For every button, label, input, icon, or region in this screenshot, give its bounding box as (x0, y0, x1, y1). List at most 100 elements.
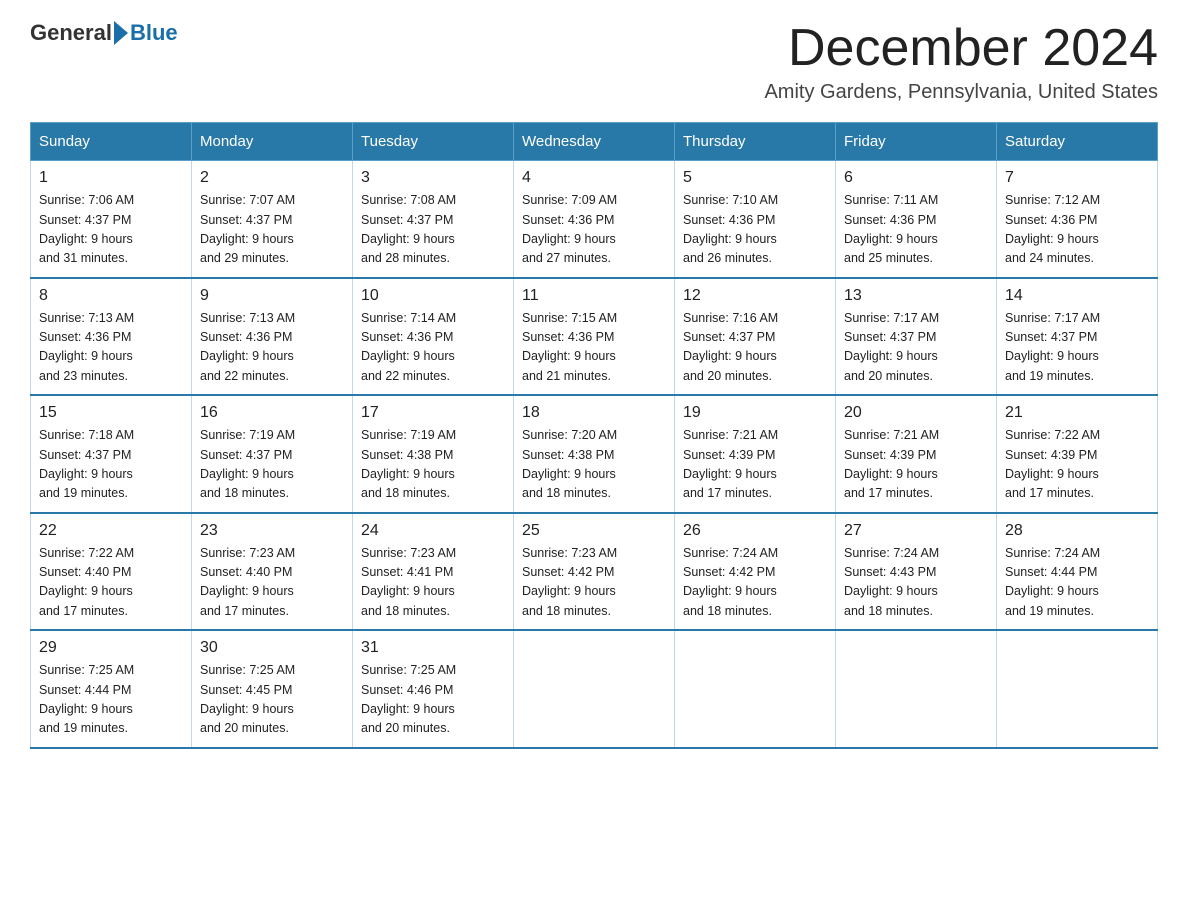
day-number: 11 (522, 287, 666, 305)
day-info: Sunrise: 7:12 AM Sunset: 4:36 PM Dayligh… (1005, 191, 1149, 269)
location-title: Amity Gardens, Pennsylvania, United Stat… (764, 81, 1158, 104)
week-row-3: 15 Sunrise: 7:18 AM Sunset: 4:37 PM Dayl… (31, 395, 1158, 513)
day-info: Sunrise: 7:25 AM Sunset: 4:46 PM Dayligh… (361, 661, 505, 739)
calendar-cell: 20 Sunrise: 7:21 AM Sunset: 4:39 PM Dayl… (836, 395, 997, 513)
calendar-cell: 18 Sunrise: 7:20 AM Sunset: 4:38 PM Dayl… (514, 395, 675, 513)
day-number: 26 (683, 522, 827, 540)
day-info: Sunrise: 7:13 AM Sunset: 4:36 PM Dayligh… (39, 309, 183, 387)
day-number: 21 (1005, 404, 1149, 422)
day-number: 24 (361, 522, 505, 540)
day-number: 17 (361, 404, 505, 422)
header-tuesday: Tuesday (353, 123, 514, 161)
day-info: Sunrise: 7:19 AM Sunset: 4:38 PM Dayligh… (361, 426, 505, 504)
calendar-cell: 9 Sunrise: 7:13 AM Sunset: 4:36 PM Dayli… (192, 278, 353, 396)
calendar-cell: 6 Sunrise: 7:11 AM Sunset: 4:36 PM Dayli… (836, 161, 997, 278)
week-row-1: 1 Sunrise: 7:06 AM Sunset: 4:37 PM Dayli… (31, 161, 1158, 278)
day-info: Sunrise: 7:16 AM Sunset: 4:37 PM Dayligh… (683, 309, 827, 387)
calendar-cell: 16 Sunrise: 7:19 AM Sunset: 4:37 PM Dayl… (192, 395, 353, 513)
week-row-4: 22 Sunrise: 7:22 AM Sunset: 4:40 PM Dayl… (31, 513, 1158, 631)
week-row-5: 29 Sunrise: 7:25 AM Sunset: 4:44 PM Dayl… (31, 630, 1158, 748)
logo-blue-text: Blue (130, 20, 178, 46)
calendar-cell: 5 Sunrise: 7:10 AM Sunset: 4:36 PM Dayli… (675, 161, 836, 278)
day-info: Sunrise: 7:23 AM Sunset: 4:42 PM Dayligh… (522, 544, 666, 622)
day-info: Sunrise: 7:18 AM Sunset: 4:37 PM Dayligh… (39, 426, 183, 504)
day-number: 27 (844, 522, 988, 540)
logo: General Blue (30, 20, 178, 46)
calendar-cell: 21 Sunrise: 7:22 AM Sunset: 4:39 PM Dayl… (997, 395, 1158, 513)
day-number: 16 (200, 404, 344, 422)
day-number: 4 (522, 169, 666, 187)
logo-general-text: General (30, 20, 112, 46)
day-number: 9 (200, 287, 344, 305)
day-number: 22 (39, 522, 183, 540)
day-info: Sunrise: 7:24 AM Sunset: 4:43 PM Dayligh… (844, 544, 988, 622)
calendar-cell: 28 Sunrise: 7:24 AM Sunset: 4:44 PM Dayl… (997, 513, 1158, 631)
day-info: Sunrise: 7:19 AM Sunset: 4:37 PM Dayligh… (200, 426, 344, 504)
logo-arrow-icon (114, 21, 128, 45)
day-info: Sunrise: 7:21 AM Sunset: 4:39 PM Dayligh… (844, 426, 988, 504)
day-info: Sunrise: 7:17 AM Sunset: 4:37 PM Dayligh… (844, 309, 988, 387)
calendar-cell: 15 Sunrise: 7:18 AM Sunset: 4:37 PM Dayl… (31, 395, 192, 513)
header-friday: Friday (836, 123, 997, 161)
day-info: Sunrise: 7:15 AM Sunset: 4:36 PM Dayligh… (522, 309, 666, 387)
day-info: Sunrise: 7:24 AM Sunset: 4:42 PM Dayligh… (683, 544, 827, 622)
calendar-cell: 4 Sunrise: 7:09 AM Sunset: 4:36 PM Dayli… (514, 161, 675, 278)
day-number: 10 (361, 287, 505, 305)
header-thursday: Thursday (675, 123, 836, 161)
day-number: 7 (1005, 169, 1149, 187)
day-info: Sunrise: 7:21 AM Sunset: 4:39 PM Dayligh… (683, 426, 827, 504)
day-number: 13 (844, 287, 988, 305)
header-row: SundayMondayTuesdayWednesdayThursdayFrid… (31, 123, 1158, 161)
header-sunday: Sunday (31, 123, 192, 161)
calendar-cell: 7 Sunrise: 7:12 AM Sunset: 4:36 PM Dayli… (997, 161, 1158, 278)
day-number: 18 (522, 404, 666, 422)
calendar-cell (675, 630, 836, 748)
calendar-cell: 24 Sunrise: 7:23 AM Sunset: 4:41 PM Dayl… (353, 513, 514, 631)
day-info: Sunrise: 7:09 AM Sunset: 4:36 PM Dayligh… (522, 191, 666, 269)
calendar-cell: 1 Sunrise: 7:06 AM Sunset: 4:37 PM Dayli… (31, 161, 192, 278)
day-info: Sunrise: 7:23 AM Sunset: 4:41 PM Dayligh… (361, 544, 505, 622)
day-info: Sunrise: 7:08 AM Sunset: 4:37 PM Dayligh… (361, 191, 505, 269)
day-info: Sunrise: 7:17 AM Sunset: 4:37 PM Dayligh… (1005, 309, 1149, 387)
day-info: Sunrise: 7:22 AM Sunset: 4:39 PM Dayligh… (1005, 426, 1149, 504)
calendar-cell: 11 Sunrise: 7:15 AM Sunset: 4:36 PM Dayl… (514, 278, 675, 396)
calendar-cell: 27 Sunrise: 7:24 AM Sunset: 4:43 PM Dayl… (836, 513, 997, 631)
calendar-cell (514, 630, 675, 748)
day-number: 30 (200, 639, 344, 657)
day-info: Sunrise: 7:25 AM Sunset: 4:44 PM Dayligh… (39, 661, 183, 739)
day-number: 12 (683, 287, 827, 305)
calendar-cell: 17 Sunrise: 7:19 AM Sunset: 4:38 PM Dayl… (353, 395, 514, 513)
header: General Blue December 2024 Amity Gardens… (30, 20, 1158, 104)
month-title: December 2024 (764, 20, 1158, 77)
calendar-cell: 3 Sunrise: 7:08 AM Sunset: 4:37 PM Dayli… (353, 161, 514, 278)
calendar-cell: 19 Sunrise: 7:21 AM Sunset: 4:39 PM Dayl… (675, 395, 836, 513)
day-info: Sunrise: 7:13 AM Sunset: 4:36 PM Dayligh… (200, 309, 344, 387)
calendar-cell (836, 630, 997, 748)
day-number: 15 (39, 404, 183, 422)
week-row-2: 8 Sunrise: 7:13 AM Sunset: 4:36 PM Dayli… (31, 278, 1158, 396)
day-number: 8 (39, 287, 183, 305)
day-number: 19 (683, 404, 827, 422)
day-info: Sunrise: 7:10 AM Sunset: 4:36 PM Dayligh… (683, 191, 827, 269)
calendar-cell: 14 Sunrise: 7:17 AM Sunset: 4:37 PM Dayl… (997, 278, 1158, 396)
calendar-cell: 13 Sunrise: 7:17 AM Sunset: 4:37 PM Dayl… (836, 278, 997, 396)
calendar-cell: 23 Sunrise: 7:23 AM Sunset: 4:40 PM Dayl… (192, 513, 353, 631)
calendar-cell: 30 Sunrise: 7:25 AM Sunset: 4:45 PM Dayl… (192, 630, 353, 748)
day-info: Sunrise: 7:22 AM Sunset: 4:40 PM Dayligh… (39, 544, 183, 622)
day-number: 25 (522, 522, 666, 540)
day-info: Sunrise: 7:20 AM Sunset: 4:38 PM Dayligh… (522, 426, 666, 504)
day-number: 29 (39, 639, 183, 657)
header-wednesday: Wednesday (514, 123, 675, 161)
calendar-table: SundayMondayTuesdayWednesdayThursdayFrid… (30, 122, 1158, 749)
day-info: Sunrise: 7:14 AM Sunset: 4:36 PM Dayligh… (361, 309, 505, 387)
day-number: 14 (1005, 287, 1149, 305)
calendar-cell: 29 Sunrise: 7:25 AM Sunset: 4:44 PM Dayl… (31, 630, 192, 748)
calendar-cell: 10 Sunrise: 7:14 AM Sunset: 4:36 PM Dayl… (353, 278, 514, 396)
calendar-cell: 26 Sunrise: 7:24 AM Sunset: 4:42 PM Dayl… (675, 513, 836, 631)
day-number: 28 (1005, 522, 1149, 540)
title-area: December 2024 Amity Gardens, Pennsylvani… (764, 20, 1158, 104)
calendar-cell: 25 Sunrise: 7:23 AM Sunset: 4:42 PM Dayl… (514, 513, 675, 631)
day-info: Sunrise: 7:11 AM Sunset: 4:36 PM Dayligh… (844, 191, 988, 269)
day-info: Sunrise: 7:24 AM Sunset: 4:44 PM Dayligh… (1005, 544, 1149, 622)
day-number: 1 (39, 169, 183, 187)
